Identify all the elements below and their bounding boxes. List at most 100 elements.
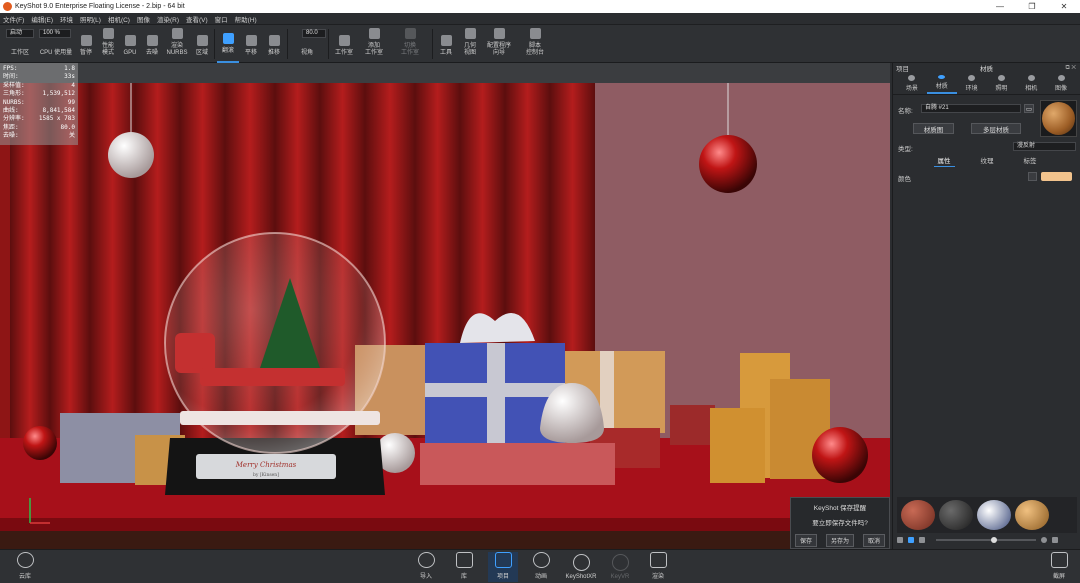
workspace-button[interactable]: 工作区	[6, 25, 34, 63]
screenshot-button[interactable]: 截屏	[1044, 552, 1074, 582]
save-button[interactable]: 保存	[795, 534, 818, 547]
geometry-view-button[interactable]: 几何 视图	[459, 25, 481, 63]
zoom-icon[interactable]	[1041, 537, 1047, 543]
cloud-library-button[interactable]: 云库	[10, 552, 40, 582]
image-icon	[1057, 75, 1065, 81]
filter-icon[interactable]	[1052, 537, 1058, 543]
keyshot-window: KeyShot 9.0 Enterprise Floating License …	[0, 0, 1080, 583]
tumble-button[interactable]: 翻滚	[217, 25, 239, 63]
stat-value: 8,841,584	[42, 107, 75, 115]
restore-button[interactable]: ❐	[1016, 0, 1048, 13]
menu-image[interactable]: 图像	[137, 14, 150, 24]
import-icon	[417, 552, 435, 568]
subtab-labels[interactable]: 标签	[1020, 155, 1041, 167]
material-name-input[interactable]: 自腾 #21	[921, 104, 1021, 113]
thumbnail-size-slider[interactable]	[936, 537, 1036, 543]
keyshotxr-button[interactable]: KeyShotXR	[564, 552, 598, 582]
save-as-button[interactable]: 另存为	[825, 534, 854, 547]
keyshotxr-cube-icon	[572, 554, 590, 571]
stat-value: 1,539,512	[42, 90, 75, 98]
tab-camera[interactable]: 相机	[1016, 75, 1046, 94]
tab-lighting[interactable]: 照明	[986, 75, 1016, 94]
material-type-select[interactable]: 漫反射	[1013, 142, 1076, 151]
menu-environment[interactable]: 环境	[60, 14, 73, 24]
add-studio-button[interactable]: 添加 工作室	[361, 25, 387, 63]
tumble-icon	[222, 33, 234, 44]
texture-map-icon[interactable]	[1028, 172, 1037, 181]
stat-value: 1585 x 783	[38, 115, 75, 123]
material-preview-ball	[1042, 102, 1075, 135]
christmas-scene-render: Merry Christmas by [Kinsen]	[0, 83, 890, 549]
dolly-button[interactable]: 推移	[263, 25, 285, 63]
list-view-icon[interactable]	[897, 537, 903, 543]
pan-button[interactable]: 平移	[240, 25, 262, 63]
render-nurbs-button[interactable]: 渲染 NURBS	[164, 25, 190, 63]
workspace-label: 工作区	[10, 50, 29, 56]
render-button[interactable]: 渲染	[644, 552, 672, 582]
project-button[interactable]: 项目	[488, 552, 518, 582]
tab-material[interactable]: 材质	[926, 75, 957, 94]
pause-button[interactable]: 暂停	[77, 25, 95, 63]
menu-file[interactable]: 文件(F)	[3, 14, 24, 24]
region-icon	[196, 35, 208, 46]
studio-button[interactable]: 工作室	[331, 25, 357, 63]
material-graph-button[interactable]: 材质图	[913, 123, 954, 134]
gpu-button[interactable]: GPU	[121, 25, 139, 63]
material-thumbnail[interactable]	[901, 500, 935, 530]
cancel-button[interactable]: 取消	[862, 534, 885, 547]
performance-mode-button[interactable]: 性能 模式	[98, 25, 118, 63]
configurator-wizard-button[interactable]: 配置程序 向导	[484, 25, 514, 63]
toolbar-separator	[214, 29, 215, 59]
gpu-icon	[124, 35, 136, 46]
script-console-button[interactable]: 脚本 控制台	[522, 25, 548, 63]
switch-studio-button[interactable]: 切换 工作室	[396, 25, 424, 63]
color-swatch[interactable]	[1041, 172, 1072, 181]
close-button[interactable]: ✕	[1048, 0, 1080, 13]
grid-view-icon[interactable]	[908, 537, 914, 543]
menu-help[interactable]: 帮助(H)	[235, 14, 257, 24]
material-thumbnail[interactable]	[977, 500, 1011, 530]
menu-camera[interactable]: 相机(C)	[108, 14, 130, 24]
tab-scene[interactable]: 场景	[897, 75, 927, 94]
thumbnail-controls	[897, 535, 1077, 545]
stat-value: 1.8	[64, 65, 75, 72]
library-button[interactable]: 库	[450, 552, 478, 582]
multi-material-button[interactable]: 多层材质	[971, 123, 1021, 134]
tab-environment[interactable]: 环境	[957, 75, 987, 94]
animation-button[interactable]: 动画	[527, 552, 555, 582]
material-thumbnail[interactable]	[1015, 500, 1049, 530]
toolbar-separator	[432, 29, 433, 59]
tools-button[interactable]: 工具	[436, 25, 456, 63]
stat-label: 三角形:	[3, 90, 25, 98]
import-button[interactable]: 导入	[412, 552, 440, 582]
stat-label: 时间:	[3, 73, 19, 81]
denoise-button[interactable]: 去噪	[142, 25, 162, 63]
perspective-button[interactable]: 视角	[292, 25, 322, 63]
menu-lighting[interactable]: 照明(L)	[80, 14, 101, 24]
material-preview[interactable]	[1040, 100, 1077, 137]
render-viewport[interactable]: Merry Christmas by [Kinsen] FPS: 1.8 时间: 3…	[0, 63, 890, 549]
subtab-properties[interactable]: 属性	[933, 155, 955, 167]
menu-edit[interactable]: 编辑(E)	[31, 14, 53, 24]
material-thumbnail[interactable]	[939, 500, 973, 530]
panel-project-label: 项目	[896, 66, 909, 73]
save-material-icon[interactable]: ▭	[1024, 104, 1034, 113]
menu-view[interactable]: 查看(V)	[186, 14, 208, 24]
keyvr-button[interactable]: KeyVR	[606, 552, 634, 582]
menu-render[interactable]: 渲染(R)	[157, 14, 179, 24]
menu-window[interactable]: 窗口	[215, 14, 228, 24]
library-book-icon	[455, 552, 473, 568]
small-grid-icon[interactable]	[919, 537, 925, 543]
region-button[interactable]: 区域	[192, 25, 212, 63]
material-subtabs: 属性 纹理 标签	[893, 155, 1080, 167]
tab-image[interactable]: 图像	[1046, 75, 1076, 94]
color-label: 颜色	[898, 176, 911, 183]
subtab-textures[interactable]: 纹理	[977, 155, 998, 167]
switch-studio-icon	[404, 28, 416, 39]
slider-knob[interactable]	[991, 537, 997, 543]
minimize-button[interactable]: —	[984, 0, 1016, 13]
add-studio-icon	[368, 28, 380, 39]
panel-controls-icon[interactable]: ⧉ ✕	[1065, 65, 1076, 72]
cpu-usage-button[interactable]: CPU 使用量	[38, 25, 74, 63]
stat-value: 4	[71, 81, 75, 89]
